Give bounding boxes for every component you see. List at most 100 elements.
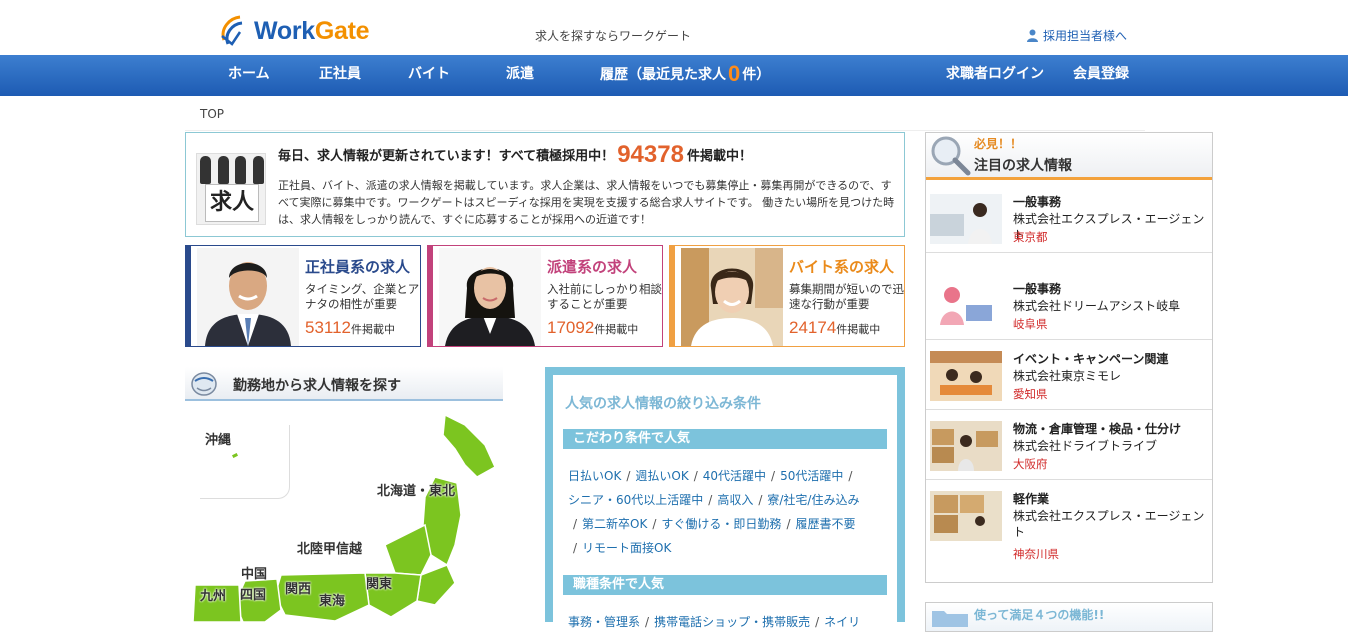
job-location: 愛知県: [1013, 387, 1048, 401]
filter-tag-link[interactable]: 50代活躍中: [780, 469, 843, 483]
info-box: 求人 毎日、求人情報が更新されています！すべて積極採用中！ 94378 件掲載中！ …: [185, 132, 905, 237]
features-box: 使って満足４つの機能!!: [925, 602, 1213, 632]
tag-line: 事務・管理系 / 携帯電話ショップ・携帯販売 / ネイリ: [568, 615, 861, 629]
category-title: バイト系の求人: [789, 258, 895, 276]
hokuriku-shape: [384, 523, 432, 576]
person-figure: [235, 156, 247, 184]
businesswoman-illustration: [439, 248, 541, 346]
person-figure: [252, 156, 264, 184]
region-shikoku[interactable]: 四国: [240, 584, 266, 603]
businessman-illustration: [197, 248, 299, 346]
job-company: 株式会社ドライブトライブ: [1013, 439, 1158, 453]
category-desc: 入社前にしっかり相談することが重要: [547, 282, 662, 311]
tag-line: / 第二新卒OK / すぐ働ける・即日勤務 / 履歴書不要: [573, 517, 856, 531]
job-thumbnail: [930, 421, 1002, 471]
filter-tag-link[interactable]: シニア・60代以上活躍中: [568, 493, 703, 507]
region-hokuriku[interactable]: 北陸甲信越: [297, 538, 362, 557]
nav-register[interactable]: 会員登録: [1073, 55, 1129, 96]
person-figure: [200, 156, 212, 184]
filter-tag-link[interactable]: 携帯電話ショップ・携帯販売: [654, 615, 810, 629]
region-kanto[interactable]: 関東: [366, 573, 392, 592]
category-card-haken[interactable]: 派遣系の求人 入社前にしっかり相談することが重要 17092件掲載中: [427, 245, 663, 347]
category-card-seishain[interactable]: 正社員系の求人 タイミング、企業とアナタの相性が重要 53112件掲載中: [185, 245, 421, 347]
job-company: 株式会社ドリームアシスト岐阜: [1013, 299, 1181, 313]
region-hokkaido-tohoku[interactable]: 北海道・東北: [377, 480, 455, 499]
category-count-unit: 件掲載中: [594, 323, 639, 336]
clerk-illustration: [930, 281, 1002, 331]
featured-job-item[interactable]: 物流・倉庫管理・検品・仕分け 株式会社ドライブトライブ 大阪府: [926, 410, 1212, 480]
category-title: 派遣系の求人: [547, 258, 638, 276]
filter-section-kodawari: こだわり条件で人気: [563, 429, 887, 449]
job-location: 神奈川県: [1013, 547, 1059, 561]
breadcrumb[interactable]: TOP: [200, 107, 224, 121]
total-job-count: 94378: [617, 141, 684, 168]
region-okinawa[interactable]: 沖縄: [205, 429, 231, 448]
recruiter-link[interactable]: 採用担当者様へ: [1026, 27, 1127, 44]
main-nav: ホーム 正社員 バイト 派遣 履歴（最近見た求人0 件） 求職者ログイン 会員登録: [0, 55, 1348, 96]
filter-tag-link[interactable]: リモート面接OK: [582, 541, 671, 555]
nav-home[interactable]: ホーム: [228, 55, 270, 96]
category-card-baito[interactable]: バイト系の求人 募集期間が短いので迅速な行動が重要 24174件掲載中: [669, 245, 905, 347]
job-title: 軽作業: [1013, 492, 1050, 506]
businesswoman-photo: [439, 248, 541, 346]
featured-job-item[interactable]: 一般事務 株式会社エクスプレス・エージェント 東京都: [926, 183, 1212, 253]
filter-tag-link[interactable]: 高収入: [717, 493, 753, 507]
site-logo[interactable]: WorkGate: [218, 14, 370, 48]
folder-icon: [932, 611, 968, 627]
site-header: WorkGate 求人を探すならワークゲート 採用担当者様へ: [0, 0, 1348, 55]
filter-tag-link[interactable]: 週払いOK: [635, 469, 688, 483]
region-kansai[interactable]: 関西: [285, 578, 311, 597]
breadcrumb-bar: TOP: [185, 96, 1145, 130]
filter-tag-link[interactable]: 寮/社宅/住み込み: [767, 493, 859, 507]
job-title: 一般事務: [1013, 282, 1062, 296]
featured-job-item[interactable]: イベント・キャンペーン関連 株式会社東京ミモレ 愛知県: [926, 340, 1212, 410]
region-kyushu[interactable]: 九州: [200, 585, 226, 604]
filter-tag-link[interactable]: 履歴書不要: [795, 517, 855, 531]
nav-haken[interactable]: 派遣: [506, 55, 534, 96]
job-thumbnail: [930, 491, 1002, 541]
filter-tag-link[interactable]: 第二新卒OK: [582, 517, 647, 531]
info-headline-prefix: 毎日、求人情報が更新されています！すべて積極採用中！: [278, 149, 615, 164]
category-count: 53112件掲載中: [305, 318, 395, 338]
category-count-number: 53112: [305, 318, 352, 337]
filter-section-shokushu: 職種条件で人気: [563, 575, 887, 595]
filter-tag-link[interactable]: すぐ働ける・即日勤務: [661, 517, 781, 531]
featured-jobs-sidebar: 必見！！ 注目の求人情報 一般事務 株式会社エクスプレス・エージェント 東京都 …: [925, 132, 1213, 583]
region-chugoku[interactable]: 中国: [241, 563, 267, 582]
kodawari-tags: 日払いOK / 週払いOK/40代活躍中/50代活躍中 / シニア・60代以上活躍中 /…: [568, 464, 888, 560]
filter-tag-link[interactable]: 40代活躍中: [703, 469, 766, 483]
tag-line: シニア・60代以上活躍中 / 高収入 / 寮/社宅/住み込み: [568, 493, 860, 507]
shokushu-tags: 事務・管理系 / 携帯電話ショップ・携帯販売 / ネイリ: [568, 610, 888, 634]
event-photo: [930, 351, 1002, 401]
featured-job-item[interactable]: 一般事務 株式会社ドリームアシスト岐阜 岐阜県: [926, 270, 1212, 340]
site-tagline: 求人を探すならワークゲート: [535, 29, 692, 43]
area-search-title: 勤務地から求人情報を探す: [233, 378, 401, 394]
popular-filters-box: 人気の求人情報の絞り込み条件 こだわり条件で人気 日払いOK / 週払いOK/40代…: [545, 367, 905, 629]
nav-login[interactable]: 求職者ログイン: [946, 55, 1044, 96]
category-title: 正社員系の求人: [305, 258, 411, 276]
category-count: 17092件掲載中: [547, 318, 638, 338]
must-see-label: 必見！！: [974, 137, 1023, 151]
filter-tag-link[interactable]: 日払いOK: [568, 469, 621, 483]
person-figure: [217, 156, 229, 184]
job-title: 一般事務: [1013, 195, 1062, 209]
filter-tag-link[interactable]: ネイリ: [824, 615, 860, 629]
nav-history-suffix: 件）: [742, 67, 771, 83]
light-work-photo: [930, 491, 1002, 541]
job-location: 大阪府: [1013, 457, 1048, 471]
category-count-number: 17092: [547, 318, 595, 337]
category-desc: 募集期間が短いので迅速な行動が重要: [789, 282, 904, 311]
magnifier-icon: [931, 136, 971, 176]
globe-icon: [191, 372, 217, 396]
region-tokai[interactable]: 東海: [319, 590, 345, 609]
nav-history[interactable]: 履歴（最近見た求人0 件）: [600, 55, 770, 96]
filter-tag-link[interactable]: 事務・管理系: [568, 615, 640, 629]
nav-seishain[interactable]: 正社員: [319, 55, 361, 96]
category-count: 24174件掲載中: [789, 318, 880, 338]
logo-swoosh-icon: [221, 15, 243, 46]
nav-history-count: 0: [728, 61, 741, 86]
job-thumbnail: [930, 194, 1002, 244]
area-search-heading: 勤務地から求人情報を探す: [185, 367, 503, 401]
featured-job-item[interactable]: 軽作業 株式会社エクスプレス・エージェント 神奈川県: [926, 480, 1212, 566]
nav-baito[interactable]: バイト: [408, 55, 450, 96]
